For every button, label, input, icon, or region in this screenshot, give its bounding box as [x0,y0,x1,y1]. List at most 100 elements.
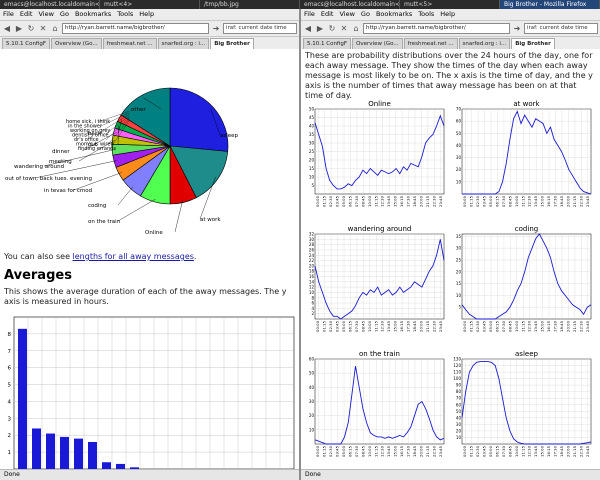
tab[interactable]: 5.10.1 ConfigF [2,38,51,49]
chart-xtick-label: 08:45 [507,320,512,332]
menu-view[interactable]: View [336,9,357,20]
tab[interactable]: 5.10.1 ConfigF [303,38,352,49]
tab[interactable]: freshmeat.net ... [102,38,157,49]
chart-xtick-label: 03:45 [482,445,487,457]
chart-xtick-label: 03:45 [482,195,487,207]
forward-icon[interactable]: ▶ [315,24,325,34]
bar-ytick-label: 8 [8,332,12,338]
chart-xtick-label: 15:00 [540,445,545,457]
menu-file[interactable]: File [0,9,17,20]
chart-ytick-label: 24 [309,253,315,258]
taskbar-item[interactable]: mutt<5> [400,0,500,9]
menu-file[interactable]: File [301,9,318,20]
tab-active[interactable]: Big Brother [210,38,254,49]
chart-xtick-label: 18:45 [412,445,417,457]
menu-view[interactable]: View [35,9,56,20]
bar-ytick-label: 7 [8,349,12,355]
back-icon[interactable]: ◀ [2,24,12,34]
chart-ytick-label: 8 [311,295,314,300]
go-icon[interactable]: ➜ [211,24,221,34]
back-icon[interactable]: ◀ [303,24,313,34]
menu-help[interactable]: Help [136,9,157,20]
reload-icon[interactable]: ↻ [26,24,36,34]
menu-edit[interactable]: Edit [318,9,337,20]
chart-ytick-label: 30 [456,155,462,160]
menu-bookmarks[interactable]: Bookmarks [72,9,114,20]
stop-icon[interactable]: ✕ [339,24,349,34]
menu-go[interactable]: Go [57,9,72,20]
menu-tools[interactable]: Tools [415,9,437,20]
chart-ytick-label: 70 [456,396,462,401]
browser-window-right: File Edit View Go Bookmarks Tools Help ◀… [301,9,600,480]
link-prefix: You can also see [4,252,73,261]
averages-bar-chart: 1 2 3 4 5 6 7 8 [8,316,295,470]
chart-ytick-label: 60 [309,357,315,362]
menu-edit[interactable]: Edit [17,9,36,20]
chart-xtick-label: 18:45 [412,195,417,207]
taskbar-item[interactable]: emacs@localhost.localdomain<1> [0,0,100,9]
bar [32,428,41,469]
bar [88,441,97,469]
chart-ytick-label: 40 [309,385,315,390]
menu-help[interactable]: Help [437,9,458,20]
chart-xtick-label: 15:00 [540,195,545,207]
home-icon[interactable]: ⌂ [351,24,361,34]
chart-ytick-label: 120 [453,363,461,368]
chart-xtick-label: 00:00 [462,445,467,457]
chart-ytick-label: 2 [311,311,314,316]
menu-tools[interactable]: Tools [114,9,136,20]
chart-ytick-label: 20 [456,269,462,274]
taskbar-item[interactable]: mutt<4> [100,0,200,9]
intro-paragraph: These are probability distributions over… [305,51,593,100]
chart-ytick-label: 10 [456,293,462,298]
chart-ytick-label: 14 [309,279,315,284]
menu-go[interactable]: Go [358,9,373,20]
stop-icon[interactable]: ✕ [38,24,48,34]
url-bar[interactable]: http://ryan.barrett.name/bigbrother/ [62,23,209,34]
chart-xtick-label: 20:00 [418,320,423,332]
search-input[interactable]: iraf: current date time [223,23,297,34]
reload-icon[interactable]: ↻ [327,24,337,34]
tab[interactable]: snarfed.org : i... [458,38,511,49]
tab[interactable]: Overview (Go... [352,38,403,49]
url-bar[interactable]: http://ryan.barrett.name/bigbrother/ [363,23,510,34]
chart-ytick-label: 130 [453,357,461,362]
search-input[interactable]: iraf: current date time [524,23,598,34]
page-content: These are probability distributions over… [301,49,600,470]
chart-xtick-label: 01:15 [322,445,327,457]
chart-xtick-label: 07:30 [501,445,506,457]
chart-xtick-label: 00:00 [462,320,467,332]
chart-xtick-label: 18:45 [559,445,564,457]
chart-xtick-label: 06:15 [494,445,499,457]
go-icon[interactable]: ➜ [512,24,522,34]
lengths-link[interactable]: lengths for all away messages [73,252,194,261]
taskbar-item[interactable]: emacs@localhost.localdomain<2> [300,0,400,9]
taskbar-item[interactable]: /tmp/bb.jpg [200,0,300,9]
tab-active[interactable]: Big Brother [511,38,555,49]
status-bar: Done [301,469,600,480]
chart-xtick-label: 23:45 [438,320,443,332]
chart-title: on the train [359,350,400,358]
tab[interactable]: Overview (Go... [51,38,102,49]
menu-bookmarks[interactable]: Bookmarks [373,9,415,20]
tab[interactable]: freshmeat.net ... [403,38,458,49]
nav-toolbar: ◀ ▶ ↻ ✕ ⌂ http://ryan.barrett.name/bigbr… [301,21,600,37]
averages-description: This shows the average duration of each … [4,287,287,306]
chart-ytick-label: 6 [311,301,314,306]
tab[interactable]: snarfed.org : i... [157,38,210,49]
taskbar-item-active[interactable]: Big Brother - Mozilla Firefox [500,0,600,9]
chart-ytick-label: 28 [309,242,315,247]
chart-xtick-label: 11:15 [520,320,525,332]
home-icon[interactable]: ⌂ [50,24,60,34]
chart-xtick-label: 13:45 [533,195,538,207]
chart-xtick-label: 06:15 [494,195,499,207]
chart-ytick-label: 30 [309,141,315,146]
forward-icon[interactable]: ▶ [14,24,24,34]
chart-xtick-label: 10:00 [514,195,519,207]
page-content: asleep at work Online on the train coding in … [0,49,299,470]
pie-label: Online [145,230,163,236]
chart-ytick-label: 30 [456,422,462,427]
pie-slice [169,87,229,152]
chart-xtick-label: 22:30 [578,195,583,207]
chart-xtick-label: 22:30 [431,445,436,457]
